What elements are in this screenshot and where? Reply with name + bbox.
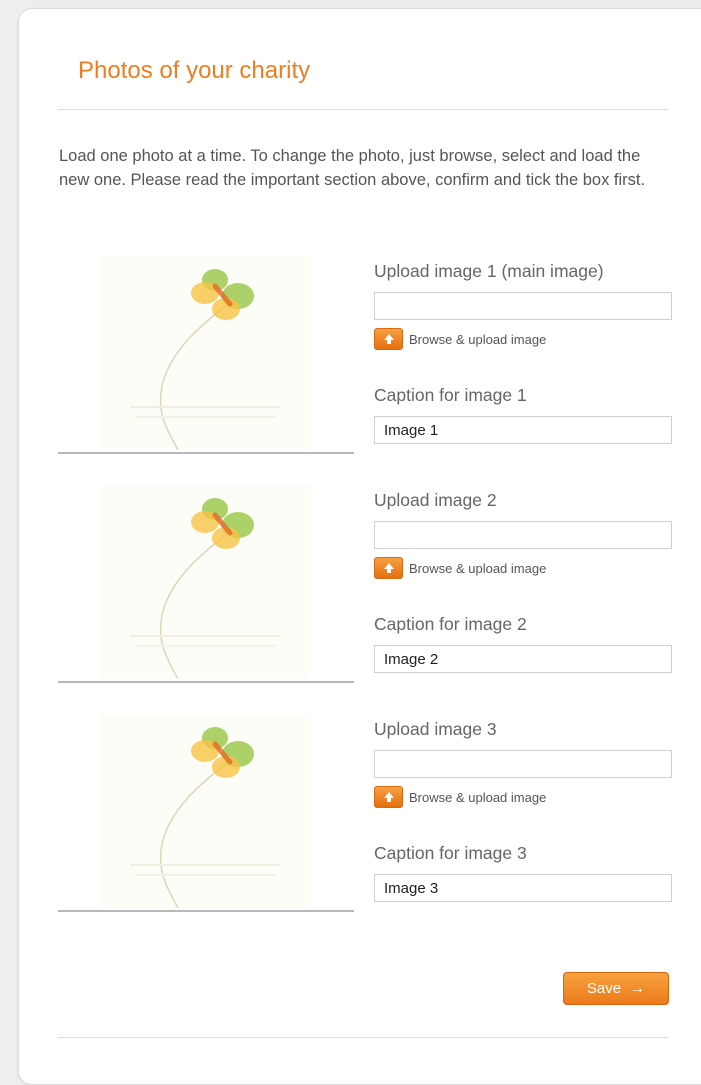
upload-arrow-icon xyxy=(374,328,403,350)
upload-label-3: Upload image 3 xyxy=(374,719,497,739)
browse-upload-button-3[interactable]: Browse & upload image xyxy=(374,786,546,808)
caption-label-1: Caption for image 1 xyxy=(374,385,527,405)
save-button-label: Save xyxy=(586,980,622,997)
butterfly-placeholder-icon xyxy=(100,256,310,450)
butterfly-placeholder-icon xyxy=(100,485,310,679)
bottom-divider xyxy=(58,1037,668,1038)
caption-input-1[interactable] xyxy=(374,416,672,444)
browse-upload-label: Browse & upload image xyxy=(409,560,547,576)
arrow-right-icon: → xyxy=(629,979,646,997)
photo-row-3: Upload image 3 Browse & upload image Cap… xyxy=(58,712,678,912)
photo-preview-1 xyxy=(58,254,354,454)
upload-input-1[interactable] xyxy=(374,292,672,320)
upload-arrow-icon xyxy=(374,786,403,808)
photo-preview-2 xyxy=(58,483,354,683)
section-title: Photos of your charity xyxy=(78,57,311,84)
title-divider xyxy=(58,109,668,110)
upload-arrow-icon xyxy=(374,557,403,579)
upload-input-3[interactable] xyxy=(374,750,672,778)
photo-row-2: Upload image 2 Browse & upload image Cap… xyxy=(58,483,678,683)
photo-preview-3 xyxy=(58,712,354,912)
caption-input-2[interactable] xyxy=(374,645,672,673)
butterfly-placeholder-icon xyxy=(100,714,310,908)
browse-upload-label: Browse & upload image xyxy=(409,331,547,347)
upload-label-2: Upload image 2 xyxy=(374,490,497,510)
caption-input-3[interactable] xyxy=(374,874,672,902)
browse-upload-button-2[interactable]: Browse & upload image xyxy=(374,557,546,579)
intro-text: Load one photo at a time. To change the … xyxy=(59,147,646,189)
upload-label-1: Upload image 1 (main image) xyxy=(374,261,604,281)
browse-upload-label: Browse & upload image xyxy=(409,789,547,805)
browse-upload-button-1[interactable]: Browse & upload image xyxy=(374,328,546,350)
caption-label-3: Caption for image 3 xyxy=(374,843,527,863)
upload-input-2[interactable] xyxy=(374,521,672,549)
caption-label-2: Caption for image 2 xyxy=(374,614,527,634)
save-button[interactable]: Save → xyxy=(563,972,669,1005)
photo-row-1: Upload image 1 (main image) Browse & upl… xyxy=(58,254,678,454)
